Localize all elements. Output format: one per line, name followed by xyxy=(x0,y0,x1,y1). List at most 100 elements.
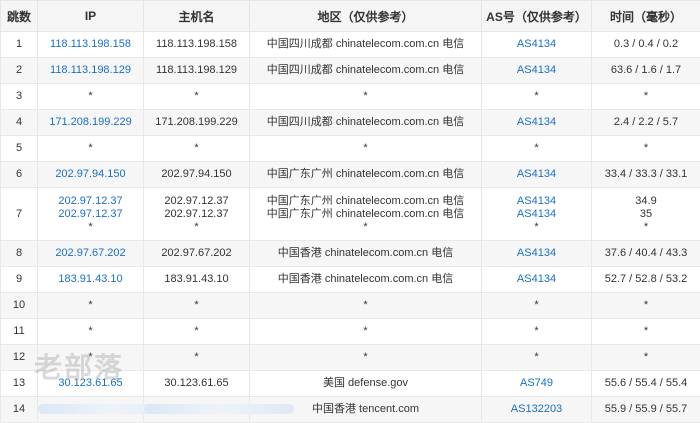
header-hostname: 主机名 xyxy=(144,1,250,32)
asn-cell: AS749 xyxy=(482,371,592,397)
table-row: 5***** xyxy=(1,136,700,162)
time-cell: * xyxy=(592,319,700,345)
region-text: 美国 defense.gov xyxy=(250,377,481,390)
asn-link[interactable]: AS749 xyxy=(482,377,591,390)
ip-link[interactable]: 118.113.198.129 xyxy=(38,64,143,77)
ip-cell: 202.97.94.150 xyxy=(38,162,144,188)
ip-text: * xyxy=(38,142,143,155)
hostname-cell: * xyxy=(144,84,250,110)
region-cell: 美国 defense.gov xyxy=(250,371,482,397)
asn-link[interactable]: AS4134 xyxy=(482,208,591,221)
ip-cell: 171.208.199.229 xyxy=(38,110,144,136)
hostname-cell: 118.113.198.129 xyxy=(144,58,250,84)
asn-link[interactable]: AS4134 xyxy=(482,116,591,129)
asn-text: * xyxy=(482,142,591,155)
time-text: * xyxy=(592,90,700,103)
asn-text: * xyxy=(482,299,591,312)
asn-link[interactable]: AS4134 xyxy=(482,195,591,208)
region-text: * xyxy=(250,325,481,338)
asn-cell: AS4134 xyxy=(482,267,592,293)
region-text: 中国四川成都 chinatelecom.com.cn 电信 xyxy=(250,38,481,51)
time-text: 37.6 / 40.4 / 43.3 xyxy=(592,247,700,260)
asn-text: * xyxy=(482,325,591,338)
region-cell: * xyxy=(250,84,482,110)
hostname-cell: * xyxy=(144,345,250,371)
host-text: * xyxy=(144,351,249,364)
ip-link[interactable]: 118.113.198.158 xyxy=(38,38,143,51)
asn-link[interactable]: AS4134 xyxy=(482,247,591,260)
ip-cell: * xyxy=(38,84,144,110)
ip-text: * xyxy=(38,90,143,103)
table-row: 2118.113.198.129118.113.198.129中国四川成都 ch… xyxy=(1,58,700,84)
ip-link[interactable]: 202.97.94.150 xyxy=(38,168,143,181)
hostname-cell: * xyxy=(144,136,250,162)
time-cell: 0.3 / 0.4 / 0.2 xyxy=(592,32,700,58)
host-text: 202.97.12.37 xyxy=(144,208,249,221)
time-cell: * xyxy=(592,136,700,162)
ip-link[interactable]: 202.97.12.37 xyxy=(38,208,143,221)
asn-link[interactable]: AS4134 xyxy=(482,64,591,77)
ip-cell xyxy=(38,397,144,423)
hop-cell: 13 xyxy=(1,371,38,397)
host-text: * xyxy=(144,90,249,103)
host-text: 118.113.198.129 xyxy=(144,64,249,77)
host-text: 118.113.198.158 xyxy=(144,38,249,51)
asn-cell: * xyxy=(482,345,592,371)
table-row: 1118.113.198.158118.113.198.158中国四川成都 ch… xyxy=(1,32,700,58)
ip-link[interactable]: 183.91.43.10 xyxy=(38,273,143,286)
asn-cell: AS132203 xyxy=(482,397,592,423)
asn-link[interactable]: AS4134 xyxy=(482,168,591,181)
time-cell: 55.9 / 55.9 / 55.7 xyxy=(592,397,700,423)
hop-cell: 1 xyxy=(1,32,38,58)
region-cell: 中国四川成都 chinatelecom.com.cn 电信 xyxy=(250,110,482,136)
time-text: 0.3 / 0.4 / 0.2 xyxy=(592,38,700,51)
ip-text: * xyxy=(38,325,143,338)
redacted-text xyxy=(144,404,294,414)
asn-link[interactable]: AS132203 xyxy=(482,403,591,416)
ip-cell: 183.91.43.10 xyxy=(38,267,144,293)
asn-cell: AS4134 xyxy=(482,241,592,267)
ip-text: * xyxy=(38,299,143,312)
hop-cell: 8 xyxy=(1,241,38,267)
region-text: 中国四川成都 chinatelecom.com.cn 电信 xyxy=(250,64,481,77)
header-time: 时间（毫秒） xyxy=(592,1,700,32)
region-text: * xyxy=(250,90,481,103)
time-text: 2.4 / 2.2 / 5.7 xyxy=(592,116,700,129)
ip-text: * xyxy=(38,351,143,364)
region-cell: * xyxy=(250,136,482,162)
ip-link[interactable]: 202.97.67.202 xyxy=(38,247,143,260)
table-row: 7202.97.12.37202.97.12.37*202.97.12.3720… xyxy=(1,188,700,241)
region-text: * xyxy=(250,299,481,312)
host-text: 202.97.67.202 xyxy=(144,247,249,260)
asn-cell: AS4134AS4134* xyxy=(482,188,592,241)
hop-cell: 2 xyxy=(1,58,38,84)
table-row: 12***** xyxy=(1,345,700,371)
asn-text: * xyxy=(482,351,591,364)
ip-link[interactable]: 30.123.61.65 xyxy=(38,377,143,390)
table-row: 10***** xyxy=(1,293,700,319)
table-row: 1330.123.61.6530.123.61.65美国 defense.gov… xyxy=(1,371,700,397)
region-cell: 中国四川成都 chinatelecom.com.cn 电信 xyxy=(250,58,482,84)
time-text: 33.4 / 33.3 / 33.1 xyxy=(592,168,700,181)
ip-link[interactable]: 202.97.12.37 xyxy=(38,195,143,208)
time-text: 63.6 / 1.6 / 1.7 xyxy=(592,64,700,77)
region-text: * xyxy=(250,221,481,234)
region-cell: 中国四川成都 chinatelecom.com.cn 电信 xyxy=(250,32,482,58)
traceroute-table: 跳数 IP 主机名 地区（仅供参考） AS号（仅供参考） 时间（毫秒） 1118… xyxy=(0,0,700,423)
ip-text: * xyxy=(38,221,143,234)
ip-cell: 30.123.61.65 xyxy=(38,371,144,397)
ip-cell: * xyxy=(38,319,144,345)
ip-link[interactable]: 171.208.199.229 xyxy=(38,116,143,129)
time-cell: 63.6 / 1.6 / 1.7 xyxy=(592,58,700,84)
header-ip: IP xyxy=(38,1,144,32)
table-header-row: 跳数 IP 主机名 地区（仅供参考） AS号（仅供参考） 时间（毫秒） xyxy=(1,1,700,32)
hop-cell: 3 xyxy=(1,84,38,110)
region-cell: 中国香港 chinatelecom.com.cn 电信 xyxy=(250,267,482,293)
region-text: 中国香港 chinatelecom.com.cn 电信 xyxy=(250,273,481,286)
asn-link[interactable]: AS4134 xyxy=(482,273,591,286)
asn-cell: AS4134 xyxy=(482,110,592,136)
asn-link[interactable]: AS4134 xyxy=(482,38,591,51)
time-text: * xyxy=(592,221,700,234)
region-text: 中国四川成都 chinatelecom.com.cn 电信 xyxy=(250,116,481,129)
host-text: * xyxy=(144,142,249,155)
